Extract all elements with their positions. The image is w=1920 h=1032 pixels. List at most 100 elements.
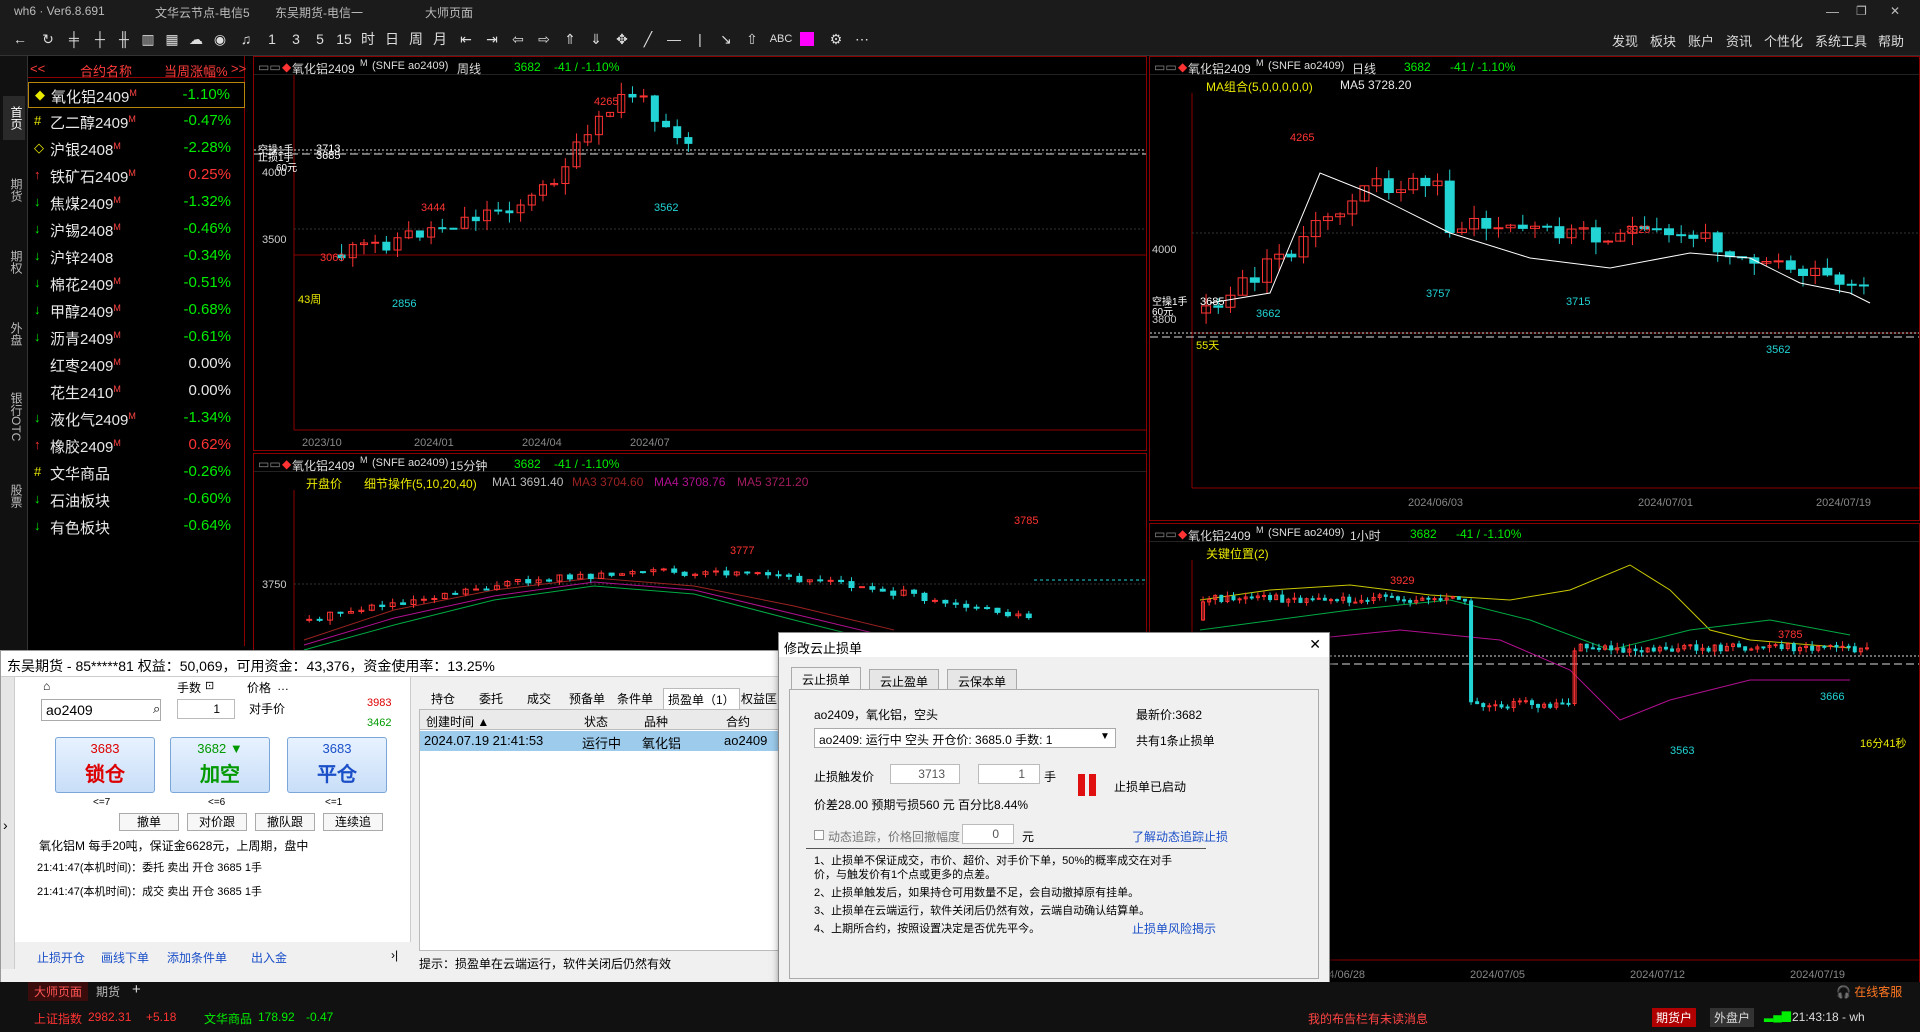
tab-stocks[interactable]: 股票 [3, 474, 25, 518]
watchlist-row[interactable]: # 文华商品 -0.26% [28, 460, 245, 486]
menu-account[interactable]: 账户 [1688, 31, 1714, 50]
risk-link[interactable]: 止损单风险揭示 [1132, 920, 1216, 937]
col-product[interactable]: 品种 [644, 713, 668, 730]
tab-equity[interactable]: 权益匡 [741, 690, 777, 707]
zoom-out-icon[interactable]: ⇥ [482, 29, 502, 49]
watchlist-row[interactable]: ↑ 橡胶2409M 0.62% [28, 433, 245, 459]
watchlist-row[interactable]: ↓ 焦煤2409M -1.32% [28, 190, 245, 216]
tab-futures-page[interactable]: 期货 [96, 983, 120, 1000]
add-tab-icon[interactable]: + [132, 981, 141, 998]
col-contract[interactable]: 合约 [726, 713, 750, 730]
more-icon[interactable]: ⋯ [852, 29, 872, 49]
period-hour[interactable]: 时 [358, 29, 378, 49]
chart-type-icon[interactable]: ╪ [64, 29, 84, 49]
notice-text[interactable]: 我的布告栏有未读消息 [1308, 1010, 1428, 1027]
qty-input[interactable]: 1 [978, 764, 1040, 784]
trigger-price-input[interactable]: 3713 [890, 764, 960, 784]
scroll-left-icon[interactable]: ⇦ [508, 29, 528, 49]
tab-foreign[interactable]: 外盘 [3, 312, 25, 356]
back-icon[interactable]: ← [10, 29, 30, 49]
queue-follow-button[interactable]: 撤队跟 [255, 813, 315, 831]
watchlist-row[interactable]: ↓ 石油板块 -0.60% [28, 487, 245, 513]
online-service[interactable]: 🎧 在线客服 [1836, 983, 1902, 1000]
period-3m[interactable]: 3 [286, 29, 306, 49]
watchlist-row[interactable]: # 乙二醇2409M -0.47% [28, 109, 245, 135]
color-picker-icon[interactable] [800, 32, 814, 46]
col-contract-name[interactable]: 合约名称 [80, 61, 132, 80]
tab-options[interactable]: 期权 [3, 240, 25, 284]
m15-chart-panel[interactable]: ▭▭ ◆ 氧化铝2409 M (SNFE ao2409) 15分钟 3682 -… [253, 453, 1147, 653]
period-month[interactable]: 月 [430, 29, 450, 49]
settings-icon[interactable]: ⚙ [826, 29, 846, 49]
tab-bank-otc[interactable]: 银行OTC [3, 382, 25, 451]
weekly-chart-panel[interactable]: ▭▭ ◆ 氧化铝2409 M (SNFE ao2409) 周线 3682 -41… [253, 56, 1147, 451]
restore-button[interactable]: ❐ [1856, 4, 1867, 18]
tab-breakeven[interactable]: 云保本单 [947, 669, 1018, 689]
vertical-line-icon[interactable]: | [690, 29, 710, 49]
foreign-account-button[interactable]: 外盘户 [1710, 1008, 1755, 1027]
period-15m[interactable]: 15 [334, 29, 354, 49]
weekly-candle-chart[interactable]: 400035002023/10 2024/01 2024/04 2024/074265… [254, 75, 1146, 450]
watchlist-row[interactable]: ↑ 铁矿石2409M 0.25% [28, 163, 245, 189]
expand-up-icon[interactable]: ⇑ [560, 29, 580, 49]
watchlist-row[interactable]: ↓ 有色板块 -0.64% [28, 514, 245, 540]
add-condition-link[interactable]: 添加条件单 [167, 949, 227, 966]
hands-mode-icon[interactable]: ⊡ [205, 679, 214, 692]
table-icon[interactable]: ▦ [162, 29, 182, 49]
draw-line-icon[interactable]: ╱ [638, 29, 658, 49]
hands-input[interactable]: 1 [177, 699, 235, 719]
watchlist-row[interactable]: ↓ 棉花2409M -0.51% [28, 271, 245, 297]
menu-personalize[interactable]: 个性化 [1764, 31, 1803, 50]
refresh-icon[interactable]: ↻ [38, 29, 58, 49]
price-mode-select[interactable]: 对手价 [247, 697, 309, 719]
period-select[interactable]: 15分钟 [450, 457, 487, 474]
watchlist-row[interactable]: ↓ 沥青2409M -0.61% [28, 325, 245, 351]
close-window-button[interactable]: ✕ [1890, 4, 1900, 18]
bar-icon[interactable]: ┼ [90, 29, 110, 49]
pause-icon[interactable] [1078, 774, 1098, 796]
menu-sector[interactable]: 板块 [1650, 31, 1676, 50]
period-day[interactable]: 日 [382, 29, 402, 49]
daily-chart-panel[interactable]: ▭▭ ◆ 氧化铝2409 M (SNFE ao2409) 日线 3682 -41… [1149, 56, 1920, 521]
index2-name[interactable]: 文华商品 [204, 1010, 252, 1027]
text-tool-icon[interactable]: ABC [766, 29, 796, 49]
next-icon[interactable]: ›| [391, 948, 398, 962]
tab-futures[interactable]: 期货 [3, 168, 25, 212]
trail-input[interactable]: 0 [962, 824, 1014, 844]
watchlist-row[interactable]: ◇ 沪银2408M -2.28% [28, 136, 245, 162]
menu-help[interactable]: 帮助 [1878, 31, 1904, 50]
expand-right-icon[interactable]: >> [231, 61, 246, 76]
col-created-time[interactable]: 创建时间 ▲ [426, 713, 489, 730]
period-select[interactable]: 1小时 [1350, 527, 1381, 544]
cancel-order-button[interactable]: 撤单 [119, 813, 179, 831]
index1-name[interactable]: 上证指数 [34, 1010, 82, 1027]
panel-menu-icon[interactable]: ▭▭ [258, 457, 281, 471]
crosshair-icon[interactable]: ✥ [612, 29, 632, 49]
period-1m[interactable]: 1 [262, 29, 282, 49]
tab-stop-loss[interactable]: 云止损单 [791, 667, 862, 689]
scroll-right-icon[interactable]: ⇨ [534, 29, 554, 49]
m15-candle-chart[interactable]: 3750377737853741 [254, 490, 1146, 652]
col-status[interactable]: 状态 [584, 713, 608, 730]
panel-menu-icon[interactable]: ▭▭ [258, 60, 281, 74]
watchlist-row[interactable]: 花生2410M 0.00% [28, 379, 245, 405]
menu-news[interactable]: 资讯 [1726, 31, 1752, 50]
dashboard-icon[interactable]: ◉ [210, 29, 230, 49]
tab-prepared[interactable]: 预备单 [569, 690, 605, 707]
horizontal-line-icon[interactable]: — [664, 29, 684, 49]
watchlist-row[interactable]: ↓ 沪锌2408 -0.34% [28, 244, 245, 270]
trail-help-link[interactable]: 了解动态追踪止损 [1132, 828, 1228, 845]
collapse-side[interactable]: › [1, 677, 15, 969]
tab-conditional[interactable]: 条件单 [617, 690, 653, 707]
line-order-link[interactable]: 画线下单 [101, 949, 149, 966]
arrow-up-icon[interactable]: ⇧ [742, 29, 762, 49]
period-5m[interactable]: 5 [310, 29, 330, 49]
menu-system-tools[interactable]: 系统工具 [1815, 31, 1867, 50]
cloud-sync-icon[interactable]: ☁ [186, 29, 206, 49]
tab-take-profit[interactable]: 云止盈单 [869, 669, 940, 689]
col-weekly-change[interactable]: 当周涨幅% [164, 61, 228, 80]
futures-account-button[interactable]: 期货户 [1652, 1008, 1697, 1027]
ray-line-icon[interactable]: ↘ [716, 29, 736, 49]
collapse-left-icon[interactable]: << [30, 61, 45, 76]
close-icon[interactable]: ✕ [1309, 636, 1321, 653]
